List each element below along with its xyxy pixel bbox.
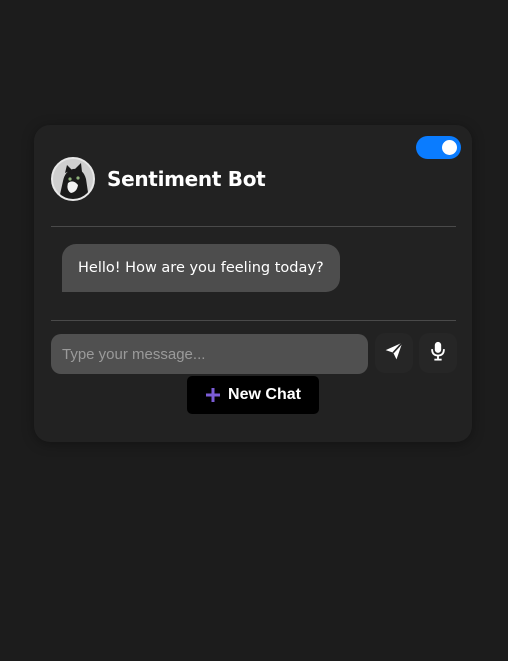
new-chat-button[interactable]: New Chat bbox=[187, 376, 319, 414]
header-divider bbox=[51, 226, 456, 227]
input-divider bbox=[51, 320, 456, 321]
plus-icon bbox=[205, 387, 221, 403]
new-chat-label: New Chat bbox=[228, 386, 301, 403]
theme-toggle[interactable] bbox=[416, 136, 461, 159]
chat-card: Sentiment Bot Hello! How are you feeling… bbox=[34, 125, 472, 442]
paper-plane-icon bbox=[384, 341, 404, 365]
bot-message-bubble: Hello! How are you feeling today? bbox=[62, 244, 340, 292]
bot-name: Sentiment Bot bbox=[107, 167, 266, 191]
chat-header: Sentiment Bot bbox=[51, 157, 266, 201]
bot-avatar bbox=[51, 157, 95, 201]
send-button[interactable] bbox=[375, 333, 413, 373]
microphone-icon bbox=[430, 341, 446, 365]
mic-button[interactable] bbox=[419, 333, 457, 373]
message-input[interactable] bbox=[51, 334, 368, 374]
toggle-knob bbox=[442, 140, 457, 155]
